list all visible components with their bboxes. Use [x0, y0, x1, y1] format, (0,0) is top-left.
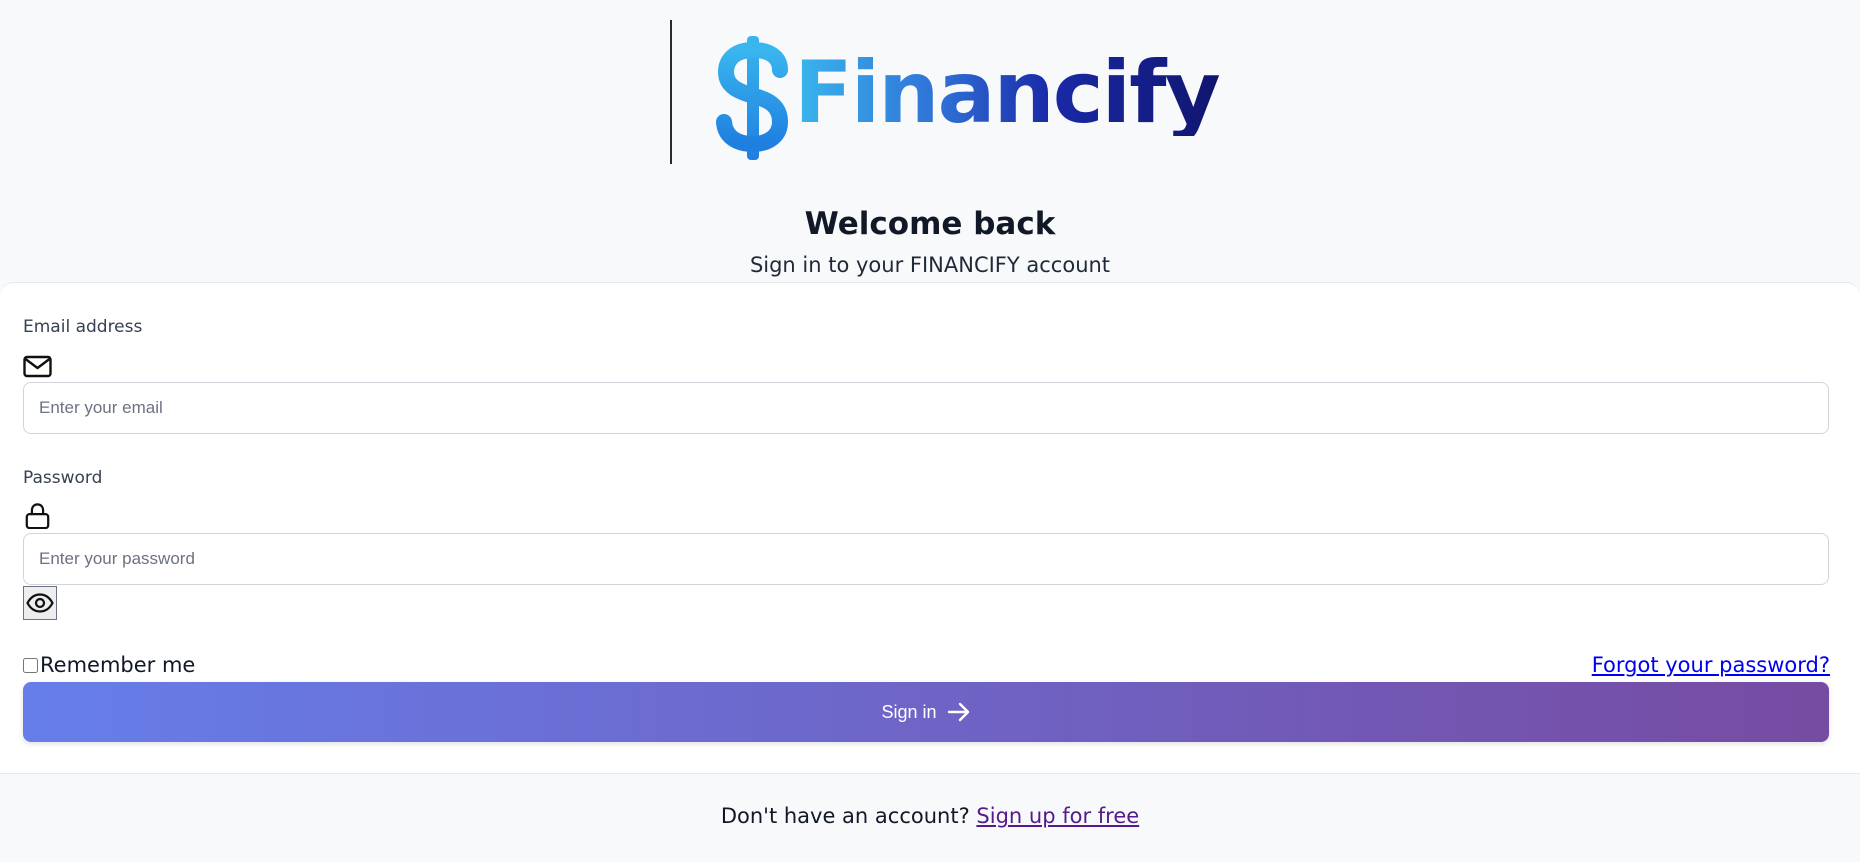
forgot-password-link[interactable]: Forgot your password? — [1592, 653, 1830, 677]
sign-in-label: Sign in — [881, 701, 937, 722]
login-card: Email address Password Remember me Forgo… — [0, 282, 1860, 774]
sign-up-link[interactable]: Sign up for free — [976, 804, 1139, 828]
eye-icon — [26, 593, 54, 613]
sign-in-button[interactable]: Sign in — [23, 682, 1829, 742]
password-input[interactable] — [23, 533, 1829, 585]
signup-prompt: Don't have an account? — [720, 804, 970, 828]
brand-logo: Financify — [670, 20, 1221, 164]
dollar-sign-icon — [716, 36, 789, 160]
logo-wordmark: Financify — [794, 43, 1221, 143]
lock-icon — [25, 503, 50, 529]
page-subtitle: Sign in to your FINANCIFY account — [749, 253, 1111, 277]
toggle-password-visibility-button[interactable] — [23, 586, 57, 620]
remember-me[interactable]: Remember me — [23, 653, 195, 677]
email-input[interactable] — [23, 382, 1829, 434]
arrow-right-icon — [947, 702, 969, 722]
remember-me-label: Remember me — [40, 653, 196, 677]
page-title: Welcome back — [804, 206, 1056, 242]
email-label: Email address — [23, 317, 143, 337]
signup-footer: Don't have an account? Sign up for free — [0, 804, 1860, 828]
mail-icon — [23, 355, 52, 378]
logo-divider — [670, 20, 672, 164]
remember-me-checkbox[interactable] — [23, 657, 38, 673]
password-label: Password — [23, 468, 103, 488]
